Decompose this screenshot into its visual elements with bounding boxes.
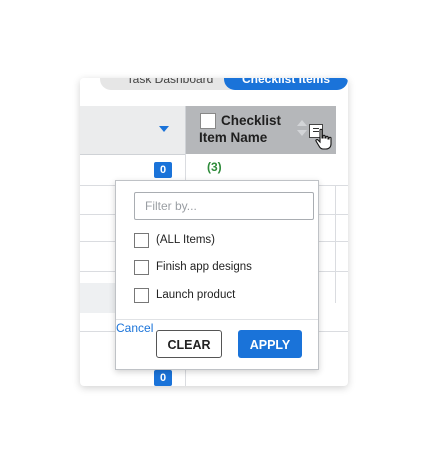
count-badge: 0 <box>154 370 172 386</box>
checkbox[interactable] <box>134 259 149 275</box>
count-badge: 0 <box>154 162 172 178</box>
tab-task-dashboard[interactable]: Task Dashboard <box>100 78 240 90</box>
column-header-checklist-item-name[interactable]: Checklist Item Name <box>185 106 336 154</box>
checkbox[interactable] <box>134 232 149 248</box>
filter-option-label: Finish app designs <box>156 261 252 273</box>
apply-button[interactable]: APPLY <box>238 330 302 358</box>
filter-popup: (ALL Items) Finish app designs Launch pr… <box>115 180 319 370</box>
column-divider <box>335 185 336 303</box>
filter-option-all-items[interactable]: (ALL Items) <box>134 231 215 249</box>
column-title-line1: Checklist <box>221 113 282 128</box>
column-title-line2: Item Name <box>199 130 268 145</box>
tab-checklist-items[interactable]: Checklist Items <box>224 78 348 90</box>
filter-input[interactable] <box>134 192 314 220</box>
column-header-left[interactable] <box>80 106 185 155</box>
cancel-link[interactable]: Cancel <box>116 321 153 335</box>
checkbox[interactable] <box>134 287 149 303</box>
sort-icon[interactable] <box>297 120 307 140</box>
filter-option-launch-product[interactable]: Launch product <box>134 286 235 304</box>
view-tabs: Task Dashboard Checklist Items <box>80 78 348 94</box>
clear-button[interactable]: CLEAR <box>156 330 222 358</box>
column-title: Checklist Item Name <box>199 112 299 146</box>
hand-cursor-icon <box>315 128 332 150</box>
filter-option-finish-app-designs[interactable]: Finish app designs <box>134 258 252 276</box>
divider <box>116 319 318 320</box>
filter-option-label: Launch product <box>156 289 236 301</box>
caret-down-icon[interactable] <box>159 126 169 132</box>
group-count: (3) <box>207 160 222 174</box>
filter-option-label: (ALL Items) <box>156 234 216 246</box>
